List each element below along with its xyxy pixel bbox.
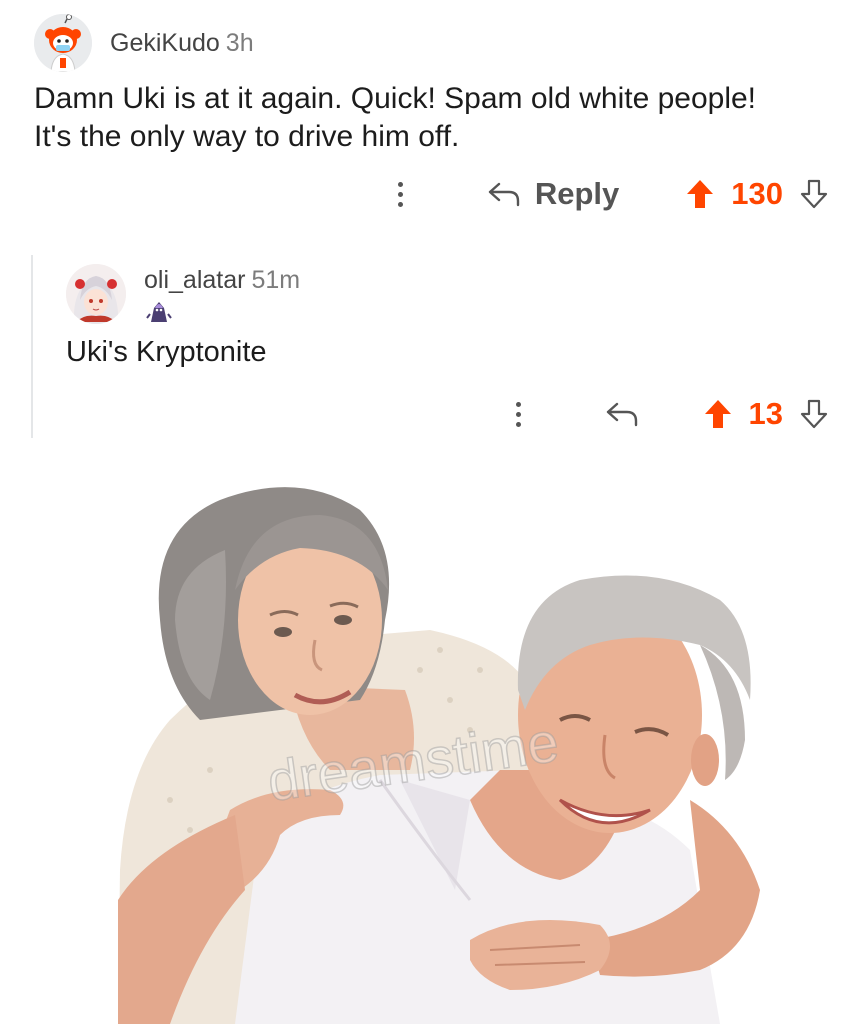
comment-actions: Reply 130 [389, 174, 829, 214]
comment-actions: 13 [507, 394, 829, 434]
reply-button[interactable] [605, 400, 639, 428]
comment-body: Uki's Kryptonite [66, 336, 267, 368]
comment-body: Damn Uki is at it again. Quick! Spam old… [34, 80, 834, 156]
reply-button[interactable]: Reply [487, 176, 619, 212]
comment-meta: oli_alatar 51m [144, 265, 300, 295]
more-options-icon[interactable] [507, 394, 531, 434]
downvote-arrow-icon[interactable] [799, 398, 829, 430]
comment-body-line: It's the only way to drive him off. [34, 120, 460, 153]
vote-controls: 13 [703, 396, 829, 432]
upvote-arrow-icon[interactable] [703, 398, 733, 430]
snoo-avatar-icon[interactable] [34, 14, 92, 72]
comment-meta: GekiKudo 3h [110, 28, 254, 58]
comment-gekikudo: GekiKudo 3h Damn Uki is at it again. Quic… [0, 0, 861, 240]
timestamp: 3h [225, 29, 254, 57]
downvote-arrow-icon[interactable] [799, 178, 829, 210]
reply-arrow-icon [606, 402, 637, 427]
upvote-arrow-icon[interactable] [685, 178, 715, 210]
elderly-couple-photo[interactable]: dreamstime [0, 470, 861, 1024]
thread-line[interactable] [31, 255, 33, 438]
reply-arrow-icon [488, 182, 520, 207]
reddit-comment-thread: GekiKudo 3h Damn Uki is at it again. Quic… [0, 0, 861, 1024]
timestamp: 51m [251, 266, 301, 294]
comment-body-line: Damn Uki is at it again. Quick! Spam old… [34, 82, 757, 115]
username[interactable]: oli_alatar [144, 266, 245, 294]
vote-controls: 130 [685, 176, 829, 212]
vote-count: 13 [748, 396, 783, 431]
more-options-icon[interactable] [389, 174, 413, 214]
character-flair-icon [146, 302, 172, 322]
reply-label: Reply [534, 176, 620, 211]
anime-avatar-icon[interactable] [66, 264, 126, 324]
vote-count: 130 [731, 176, 783, 211]
username[interactable]: GekiKudo [110, 29, 220, 57]
